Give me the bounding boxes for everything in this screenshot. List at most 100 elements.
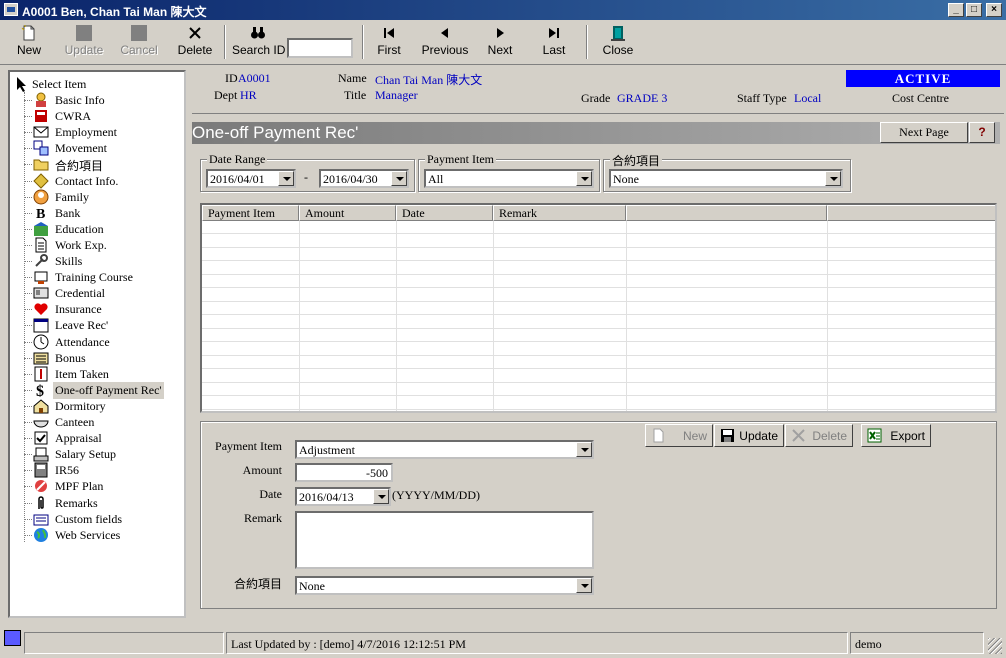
grid-header: Payment Item Amount Date Remark (202, 205, 995, 221)
dropdown-arrow-icon[interactable] (391, 171, 407, 186)
sidebar-item-label: Canteen (55, 415, 95, 429)
amount-label: Amount (242, 463, 282, 477)
table-row[interactable] (202, 302, 995, 315)
date-value: 2016/04/13 (299, 490, 354, 504)
tree-connector (24, 373, 32, 375)
search-id-input[interactable] (287, 38, 353, 58)
sidebar-item-label: Family (55, 189, 90, 204)
grid-column-divider (626, 221, 627, 411)
column-header[interactable]: Amount (299, 205, 396, 221)
column-header[interactable]: Date (396, 205, 493, 221)
table-row[interactable] (202, 248, 995, 261)
date-to-picker[interactable]: 2016/04/30 (319, 169, 409, 188)
grid-column-divider (493, 221, 494, 411)
tree-connector (24, 357, 32, 359)
next-page-button[interactable]: Next Page (880, 122, 968, 143)
next-button[interactable]: Next (484, 23, 516, 63)
table-row[interactable] (202, 397, 995, 410)
grade-value: GRADE 3 (617, 91, 668, 105)
first-button[interactable]: First (372, 23, 406, 63)
previous-button[interactable]: Previous (420, 23, 470, 63)
sidebar-item-label: Skills (55, 254, 83, 268)
detail-delete-button[interactable]: Delete (785, 424, 853, 447)
update-button[interactable]: Update (62, 23, 106, 63)
dropdown-arrow-icon[interactable] (278, 171, 294, 186)
sidebar-item-label: Bonus (55, 350, 86, 365)
minimize-button[interactable]: _ (948, 3, 964, 17)
close-button[interactable]: Close (600, 23, 636, 63)
close-window-button[interactable]: × (986, 3, 1002, 17)
envelope-icon (33, 124, 49, 140)
dropdown-arrow-icon[interactable] (576, 578, 592, 593)
delete-button[interactable]: Delete (176, 23, 214, 63)
column-header[interactable]: Payment Item (202, 205, 299, 221)
table-row[interactable] (202, 329, 995, 342)
status-badge: ACTIVE (846, 70, 1000, 87)
dropdown-arrow-icon[interactable] (576, 171, 592, 186)
table-row[interactable] (202, 235, 995, 248)
remark-textarea[interactable] (295, 511, 594, 569)
education-icon (33, 221, 49, 237)
table-row[interactable] (202, 221, 995, 234)
svg-text:B: B (36, 207, 45, 221)
table-row[interactable] (202, 370, 995, 383)
tree-connector (24, 100, 32, 101)
amount-input[interactable]: -500 (295, 463, 393, 482)
dropdown-arrow-icon[interactable] (576, 442, 592, 457)
app-icon (4, 3, 18, 16)
sidebar-tree[interactable]: Select Item Basic Info CWRA Employment Move… (8, 70, 186, 618)
checkbox-icon (33, 430, 49, 446)
table-row[interactable] (202, 262, 995, 275)
clock-icon (33, 334, 49, 350)
excel-icon (867, 428, 882, 443)
last-button[interactable]: Last (538, 23, 570, 63)
salary-icon (33, 446, 49, 462)
detail-new-button[interactable]: New (645, 424, 713, 447)
column-header[interactable] (827, 205, 995, 221)
dropdown-arrow-icon[interactable] (373, 489, 389, 504)
tree-connector (24, 261, 32, 262)
help-button[interactable]: ? (969, 122, 995, 143)
title-label: Title (344, 88, 367, 102)
payment-item-select[interactable]: Adjustment (295, 440, 594, 459)
date-range-label: Date Range (207, 152, 268, 167)
export-button[interactable]: Export (861, 424, 931, 447)
tree-connector (24, 486, 32, 488)
tree-connector (24, 454, 32, 456)
dropdown-arrow-icon[interactable] (825, 171, 841, 186)
date-from-picker[interactable]: 2016/04/01 (206, 169, 296, 188)
cancel-button[interactable]: Cancel (118, 23, 160, 63)
table-row[interactable] (202, 289, 995, 302)
payment-grid[interactable]: Payment Item Amount Date Remark (200, 203, 997, 413)
date-picker[interactable]: 2016/04/13 (295, 487, 391, 506)
tree-connector (24, 438, 32, 440)
previous-record-icon (437, 25, 453, 41)
table-row[interactable] (202, 343, 995, 356)
tree-connector (24, 518, 32, 520)
table-row[interactable] (202, 383, 995, 396)
name-label: Name (338, 71, 367, 85)
table-row[interactable] (202, 275, 995, 288)
document-icon (33, 237, 49, 253)
column-header[interactable]: Remark (493, 205, 626, 221)
next-record-icon (492, 25, 508, 41)
contract-filter-select[interactable]: None (609, 169, 843, 188)
tree-connector (24, 180, 32, 182)
new-button[interactable]: New (10, 23, 48, 63)
table-row[interactable] (202, 356, 995, 369)
date-separator: - (304, 170, 308, 184)
tree-connector (24, 309, 32, 311)
detail-update-button[interactable]: Update (714, 424, 784, 447)
maximize-button[interactable]: □ (966, 3, 982, 17)
resize-grip-icon[interactable] (988, 638, 1002, 654)
sidebar-item-label: Attendance (55, 334, 110, 349)
table-row[interactable] (202, 316, 995, 329)
payment-item-filter-select[interactable]: All (424, 169, 594, 188)
id-value: A0001 (238, 71, 271, 85)
column-header[interactable] (626, 205, 827, 221)
contract-select[interactable]: None (295, 576, 594, 595)
section-header: One-off Payment Rec' (192, 122, 1000, 144)
sidebar-item-label: Employment (55, 125, 117, 140)
sidebar-item-label: Salary Setup (55, 447, 116, 462)
tree-connector (24, 470, 32, 472)
